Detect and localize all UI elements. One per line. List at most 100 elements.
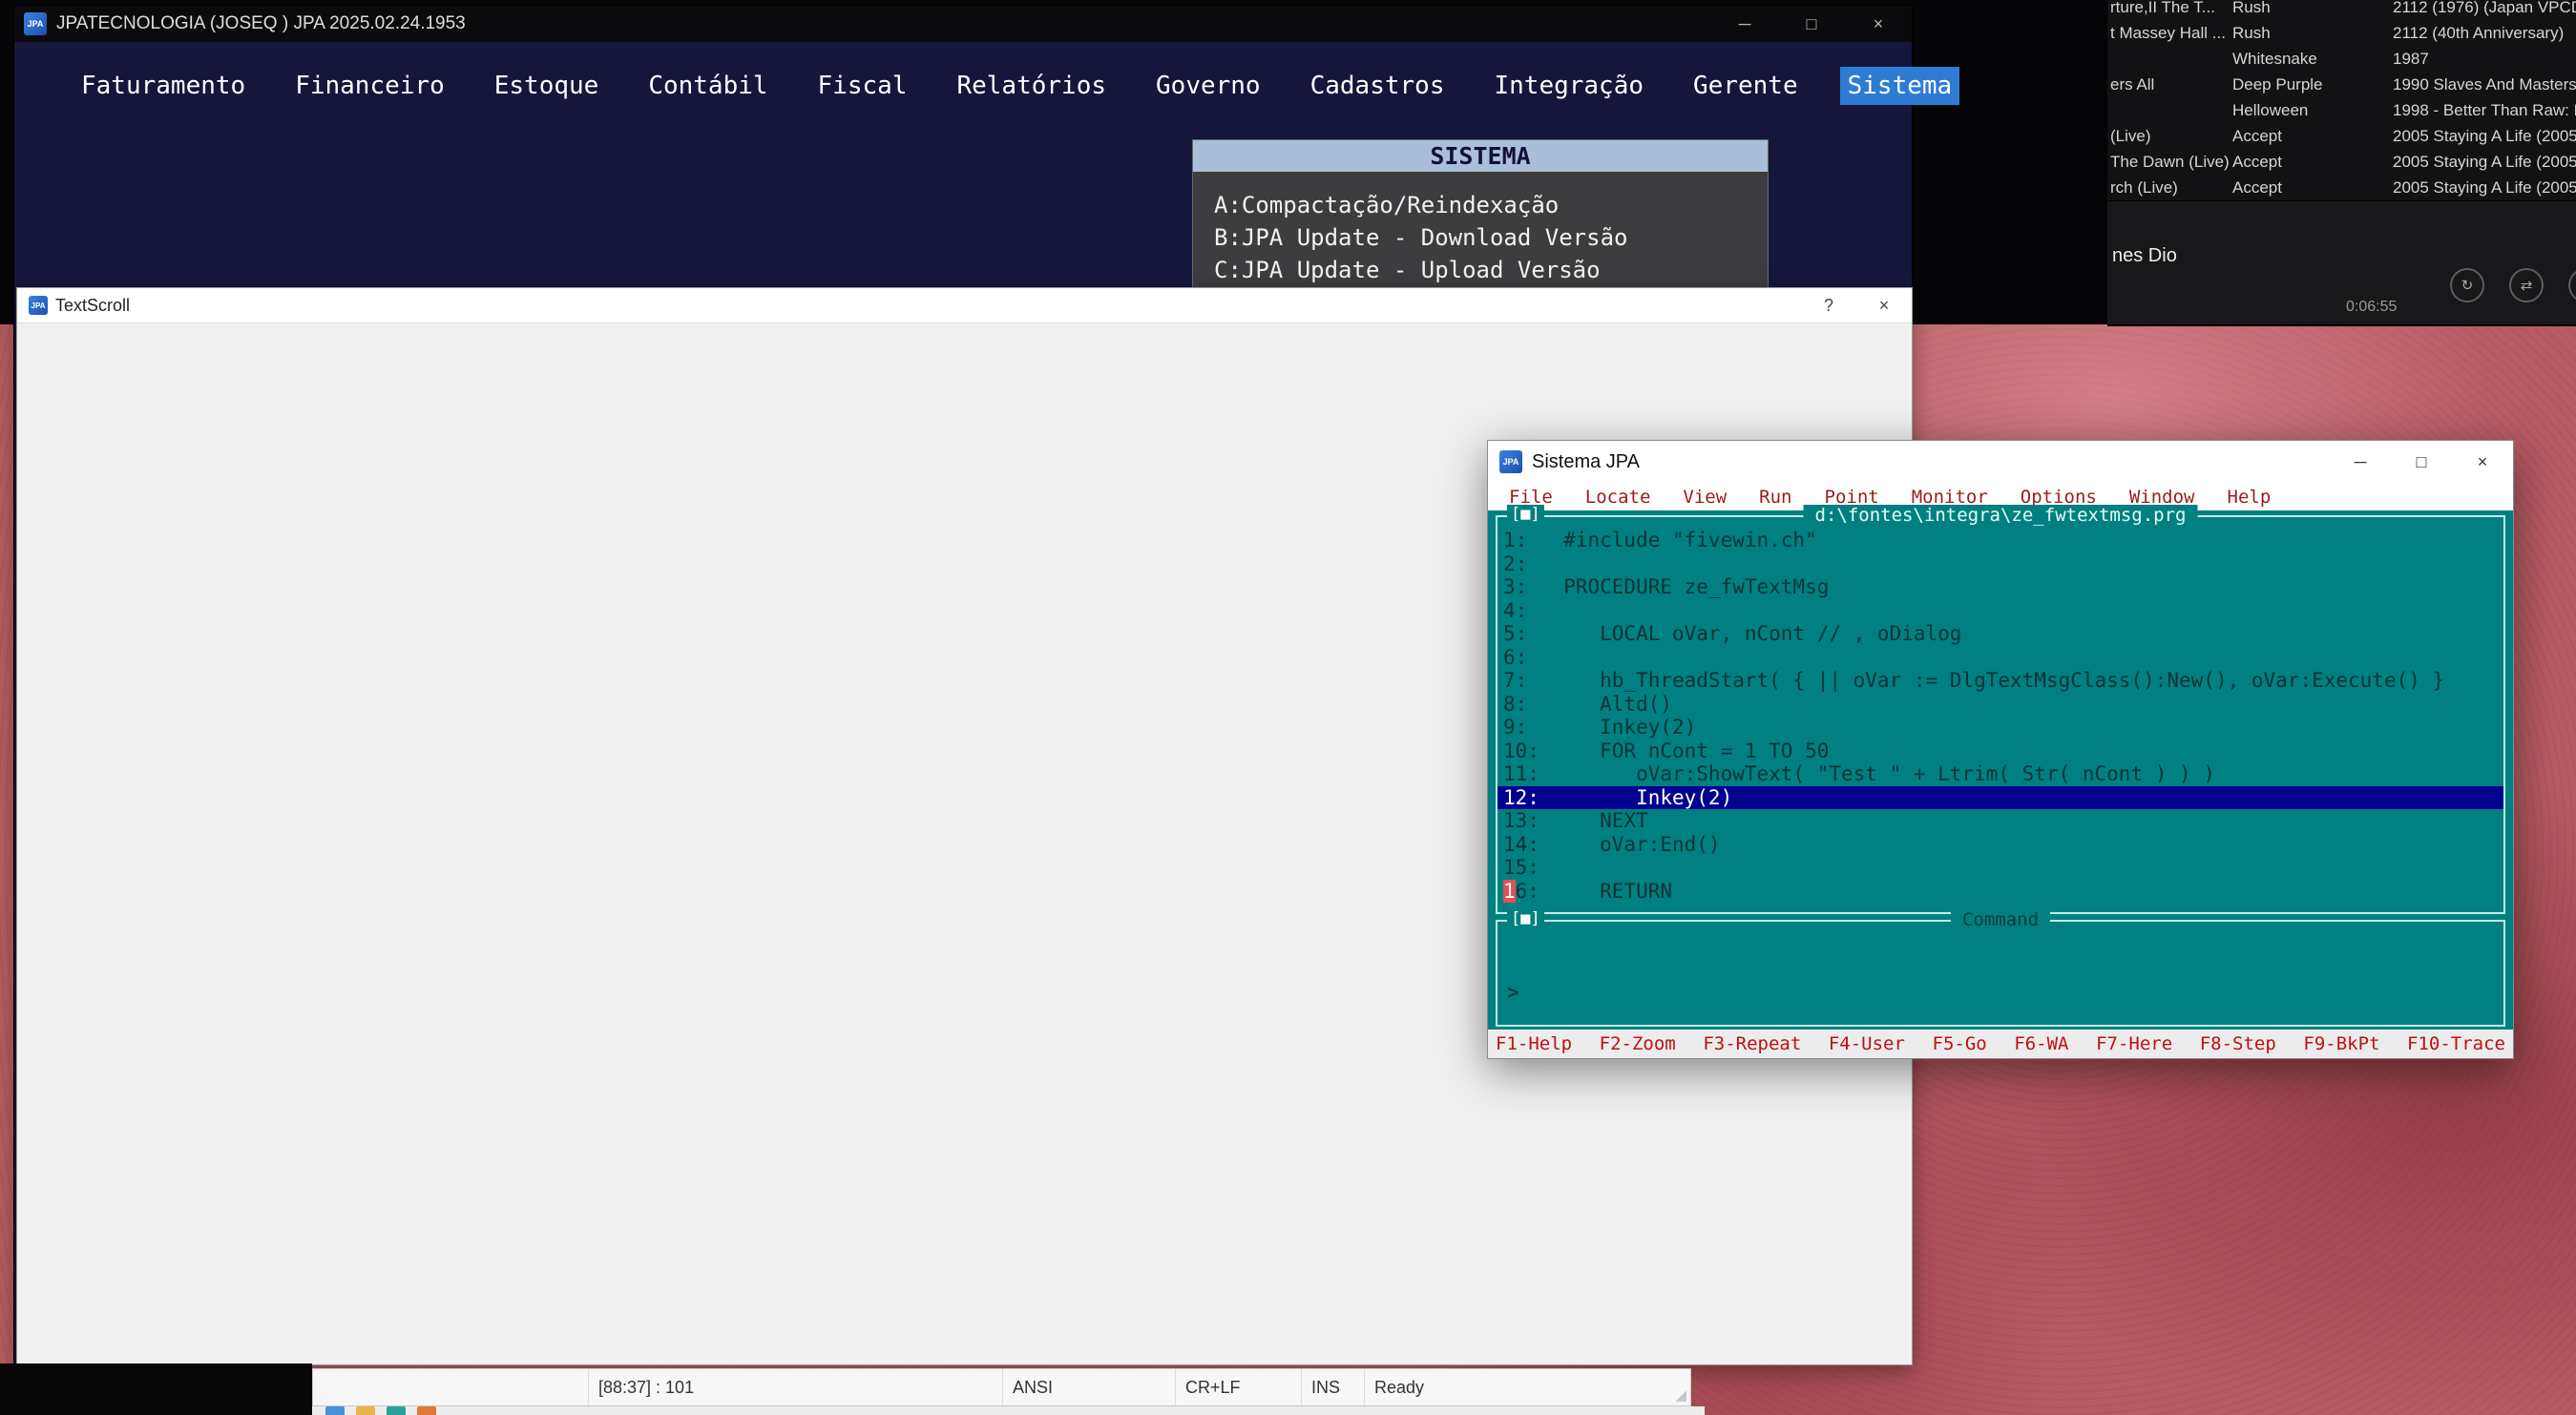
debugger-menu-item[interactable]: Help	[2228, 487, 2272, 508]
jpa-menu-item[interactable]: Integração	[1486, 67, 1651, 105]
track-row[interactable]: rch (Live) Accept 2005 Staying A Life (2…	[2107, 175, 2576, 200]
status-encoding[interactable]: ANSI	[1003, 1369, 1176, 1405]
function-key[interactable]: F1-Help	[1496, 1033, 1572, 1054]
track-artist: Accept	[2232, 178, 2393, 198]
track-list: rture,II The T... Rush 2112 (1976) (Japa…	[2107, 0, 2576, 200]
command-box: [■] Command >	[1496, 920, 2505, 1027]
resize-grip-icon[interactable]: ◢	[1675, 1369, 1690, 1405]
box-close-icon[interactable]: [■]	[1507, 505, 1544, 524]
now-playing-bar: nes Dio 0:06:55 ↻ ⇄ □	[2107, 200, 2576, 324]
function-key[interactable]: F8-Step	[2200, 1033, 2276, 1054]
track-row[interactable]: Whitesnake 1987	[2107, 46, 2576, 72]
code-line[interactable]: 10: FOR nCont = 1 TO 50	[1497, 739, 2503, 763]
player-controls: ↻ ⇄ □	[2450, 268, 2576, 302]
jpa-menu-item[interactable]: Governo	[1148, 67, 1268, 105]
debugger-menu-item[interactable]: View	[1683, 487, 1727, 508]
shuffle-icon[interactable]: ⇄	[2509, 268, 2544, 302]
function-key[interactable]: F7-Here	[2096, 1033, 2172, 1054]
textscroll-titlebar[interactable]: JPA TextScroll ? ×	[17, 288, 1912, 323]
player-extra-icon[interactable]: □	[2568, 268, 2576, 302]
code-line[interactable]: 13: NEXT	[1497, 809, 2503, 833]
code-line[interactable]: 1: #include "fivewin.ch"	[1497, 529, 2503, 552]
code-line[interactable]: 14: oVar:End()	[1497, 833, 2503, 857]
box-close-icon[interactable]: [■]	[1507, 909, 1544, 928]
code-line[interactable]: 6:	[1497, 646, 2503, 670]
track-album: 2005 Staying A Life (2005	[2393, 178, 2576, 198]
dropdown-menu-item[interactable]: A:Compactação/Reindexação	[1193, 189, 1768, 221]
status-line-ending[interactable]: CR+LF	[1176, 1369, 1302, 1405]
code-line[interactable]: 3: PROCEDURE ze_fwTextMsg	[1497, 575, 2503, 599]
jpa-titlebar[interactable]: JPA JPATECNOLOGIA (JOSEQ ) JPA 2025.02.2…	[14, 6, 1912, 42]
status-input-mode[interactable]: INS	[1302, 1369, 1365, 1405]
track-artist: Accept	[2232, 153, 2393, 172]
code-line[interactable]: 16: RETURN	[1497, 880, 2503, 904]
code-line[interactable]: 2:	[1497, 552, 2503, 576]
jpa-menu-item[interactable]: Estoque	[487, 67, 607, 105]
repeat-icon[interactable]: ↻	[2450, 268, 2484, 302]
jpa-menu-item[interactable]: Sistema	[1840, 67, 1960, 105]
function-key[interactable]: F5-Go	[1933, 1033, 1987, 1054]
elapsed-time: 0:06:55	[2346, 299, 2397, 316]
bottom-left-dark-area	[0, 1363, 312, 1415]
code-line[interactable]: 15:	[1497, 856, 2503, 880]
function-key[interactable]: F3-Repeat	[1703, 1033, 1801, 1054]
dropdown-menu-item[interactable]: B:JPA Update - Download Versão	[1193, 221, 1768, 254]
track-title: rch (Live)	[2107, 178, 2232, 198]
textscroll-app-icon: JPA	[29, 296, 48, 315]
track-row[interactable]: t Massey Hall ... Rush 2112 (40th Annive…	[2107, 20, 2576, 46]
help-icon[interactable]: ?	[1801, 288, 1856, 323]
track-artist: Helloween	[2232, 101, 2393, 120]
code-line[interactable]: 11: oVar:ShowText( "Test " + Ltrim( Str(…	[1497, 762, 2503, 786]
track-row[interactable]: ers All Deep Purple 1990 Slaves And Mast…	[2107, 72, 2576, 97]
minimize-icon[interactable]: ─	[1711, 6, 1778, 42]
function-key[interactable]: F10-Trace	[2407, 1033, 2505, 1054]
function-key[interactable]: F4-User	[1829, 1033, 1905, 1054]
code-line[interactable]: 12: Inkey(2)	[1497, 786, 2503, 810]
track-album: 2112 (40th Anniversary)	[2393, 24, 2576, 43]
dropdown-menu-item[interactable]: C:JPA Update - Upload Versão	[1193, 254, 1768, 286]
jpa-menu-item[interactable]: Cadastros	[1303, 67, 1453, 105]
command-box-title: Command	[1951, 909, 2050, 930]
function-key[interactable]: F6-WA	[2014, 1033, 2068, 1054]
close-icon[interactable]: ×	[1845, 6, 1912, 42]
jpa-menu-item[interactable]: Gerente	[1686, 67, 1806, 105]
code-line[interactable]: 7: hb_ThreadStart( { || oVar := DlgTextM…	[1497, 669, 2503, 693]
jpa-menu-item[interactable]: Contábil	[640, 67, 775, 105]
debugger-menu-item[interactable]: Locate	[1585, 487, 1651, 508]
maximize-icon[interactable]: □	[1778, 6, 1845, 42]
track-album: 1990 Slaves And Masters	[2393, 75, 2576, 94]
jpa-menu-item[interactable]: Faturamento	[73, 67, 253, 105]
function-key[interactable]: F9-BkPt	[2303, 1033, 2379, 1054]
maximize-icon[interactable]: □	[2391, 441, 2452, 483]
track-row[interactable]: Helloween 1998 - Better Than Raw: E	[2107, 97, 2576, 123]
minimize-icon[interactable]: ─	[2330, 441, 2391, 483]
function-key[interactable]: F2-Zoom	[1600, 1033, 1676, 1054]
taskbar-icon[interactable]	[417, 1406, 436, 1415]
track-title: The Dawn (Live)	[2107, 153, 2232, 172]
track-artist: Accept	[2232, 127, 2393, 146]
close-icon[interactable]: ×	[1856, 288, 1912, 323]
jpa-menu-item[interactable]: Fiscal	[810, 67, 915, 105]
textscroll-window-controls: ? ×	[1801, 288, 1912, 323]
track-album: 2112 (1976) (Japan VPCD	[2393, 0, 2576, 17]
track-row[interactable]: The Dawn (Live) Accept 2005 Staying A Li…	[2107, 149, 2576, 175]
code-line[interactable]: 8: Altd()	[1497, 693, 2503, 717]
code-line[interactable]: 4:	[1497, 599, 2503, 623]
close-icon[interactable]: ×	[2452, 441, 2513, 483]
source-file-path: d:\fontes\integra\ze_fwtextmsg.prg	[1804, 505, 2198, 526]
jpa-app-icon: JPA	[24, 12, 47, 35]
now-playing-title: nes Dio	[2112, 245, 2177, 267]
taskbar-icon[interactable]	[387, 1406, 406, 1415]
code-line[interactable]: 5: LOCAL oVar, nCont // , oDialog	[1497, 622, 2503, 646]
debugger-titlebar[interactable]: JPA Sistema JPA ─ □ ×	[1488, 441, 2513, 483]
track-row[interactable]: (Live) Accept 2005 Staying A Life (2005	[2107, 123, 2576, 149]
taskbar-strip	[312, 1406, 1705, 1415]
jpa-menu-item[interactable]: Financeiro	[287, 67, 452, 105]
track-row[interactable]: rture,II The T... Rush 2112 (1976) (Japa…	[2107, 0, 2576, 20]
debugger-menu-item[interactable]: Run	[1759, 487, 1791, 508]
taskbar-icon[interactable]	[325, 1406, 345, 1415]
command-prompt[interactable]: >	[1497, 922, 2503, 1004]
code-line[interactable]: 9: Inkey(2)	[1497, 716, 2503, 739]
taskbar-icon[interactable]	[356, 1406, 375, 1415]
jpa-menu-item[interactable]: Relatórios	[949, 67, 1114, 105]
